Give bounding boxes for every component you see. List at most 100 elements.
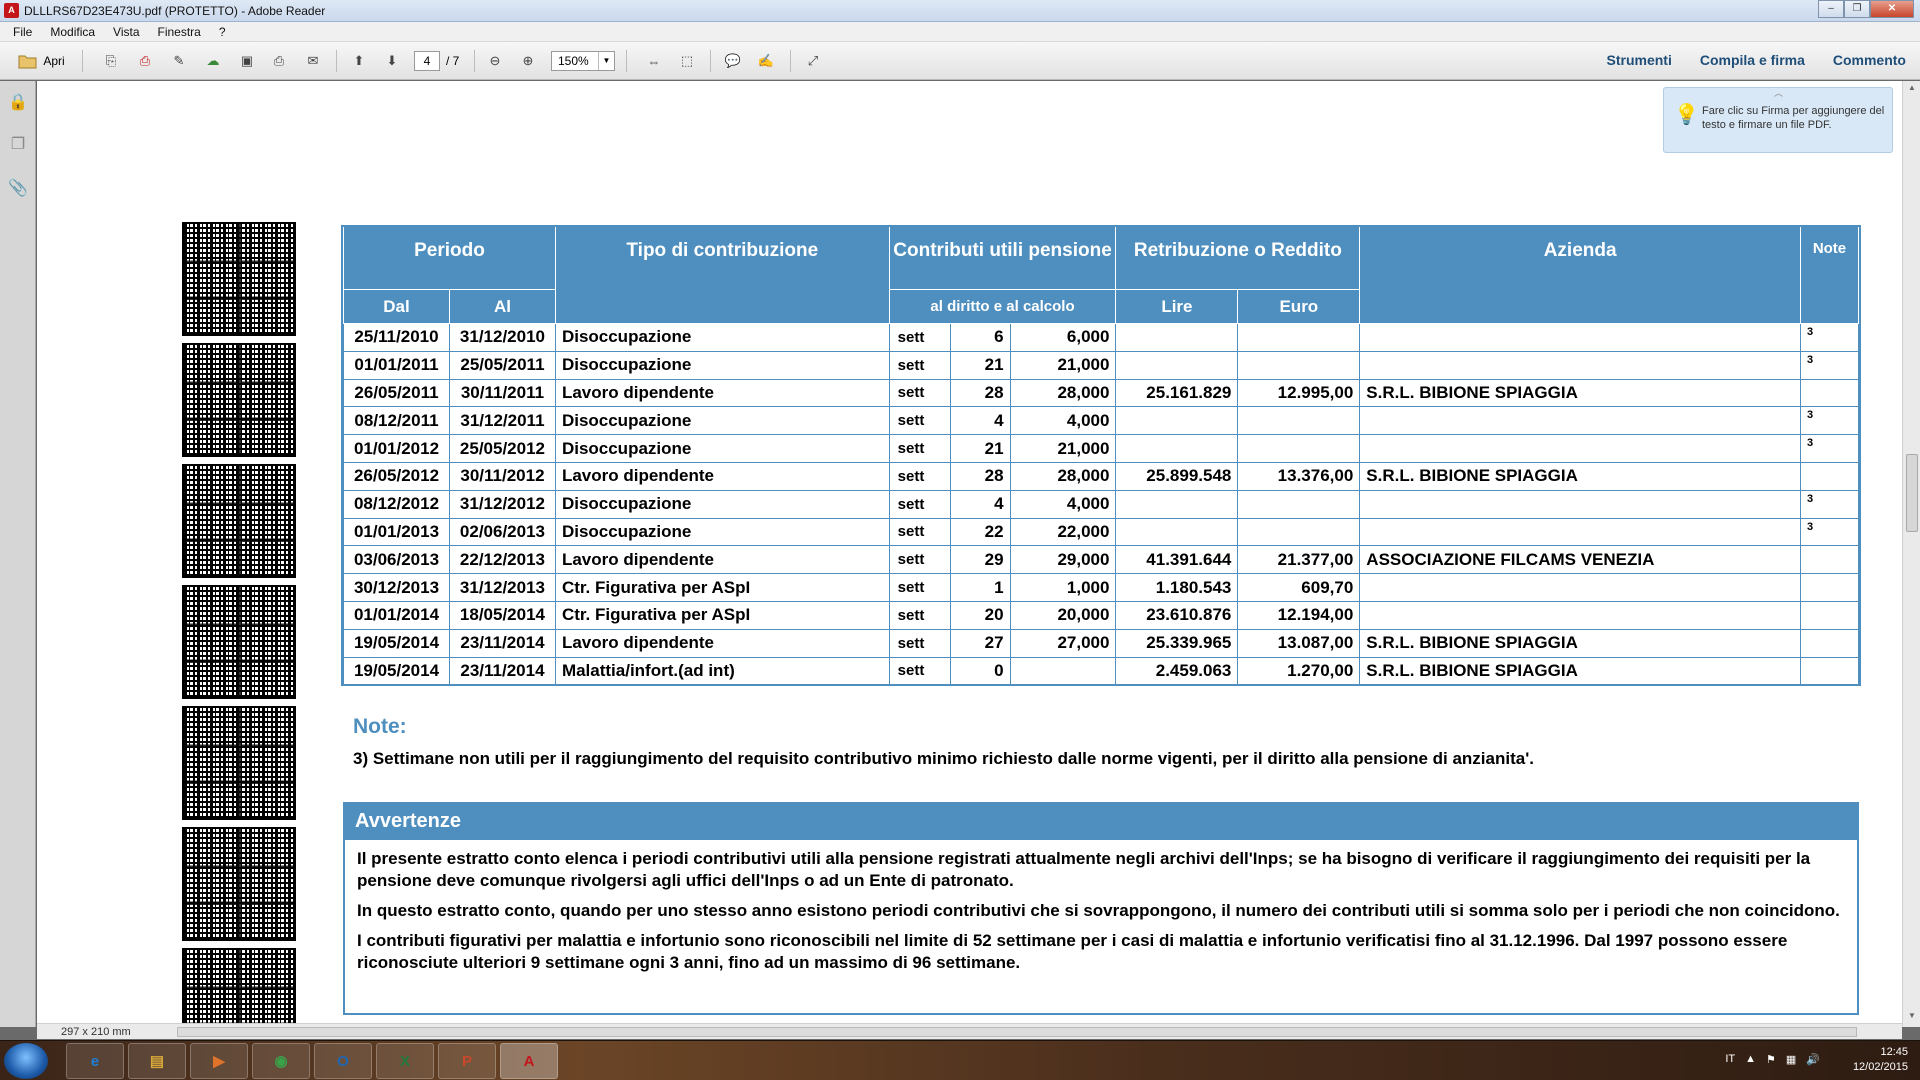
menu-help[interactable]: ?: [210, 25, 235, 39]
menu-finestra[interactable]: Finestra: [149, 25, 210, 39]
volume-icon[interactable]: 🔊: [1806, 1053, 1820, 1066]
cell-calcolo: 27,000: [1009, 628, 1117, 658]
notes-text: 3) Settimane non utili per il raggiungim…: [353, 749, 1534, 768]
avvertenze-paragraph: Il presente estratto conto elenca i peri…: [357, 849, 1811, 890]
minimize-button[interactable]: –: [1818, 0, 1844, 18]
adobe-reader-icon[interactable]: A: [500, 1043, 558, 1079]
powerpoint-icon[interactable]: P: [438, 1043, 496, 1079]
internet-explorer-icon[interactable]: e: [66, 1043, 124, 1079]
cell-note: 3: [1799, 350, 1860, 380]
fit-width-icon[interactable]: ⇔: [643, 50, 665, 72]
email-icon[interactable]: ✉: [302, 50, 324, 72]
cell-al: 25/05/2012: [448, 434, 556, 463]
collapse-arrow-icon[interactable]: ︿: [1774, 86, 1783, 99]
cell-calcolo: 28,000: [1009, 378, 1117, 408]
previous-page-icon[interactable]: ⬆: [348, 50, 370, 72]
flag-icon[interactable]: ⚑: [1766, 1053, 1776, 1066]
save-icon[interactable]: ▣: [236, 50, 258, 72]
excel-icon[interactable]: X: [376, 1043, 434, 1079]
table-row: 08/12/2012 31/12/2012 Disoccupazione sett 4 4…: [343, 489, 1860, 519]
cell-euro: [1237, 434, 1361, 463]
media-player-icon[interactable]: ▶: [190, 1043, 248, 1079]
cell-dal: 08/12/2011: [343, 406, 450, 436]
window-controls: – ❐ ✕: [1818, 0, 1914, 18]
comment-icon[interactable]: 💬: [722, 50, 744, 72]
pages-icon[interactable]: ❐: [8, 133, 28, 155]
cell-unit: sett: [888, 323, 951, 352]
cell-al: 31/12/2012: [448, 489, 556, 519]
highlight-icon[interactable]: ✍: [755, 50, 777, 72]
language-indicator[interactable]: IT: [1725, 1053, 1735, 1066]
start-button[interactable]: [4, 1043, 48, 1079]
cell-calcolo: 21,000: [1009, 434, 1117, 463]
cell-note: [1799, 545, 1860, 575]
outlook-icon[interactable]: O: [314, 1043, 372, 1079]
create-pdf-icon[interactable]: ⎘: [100, 50, 122, 72]
export-pdf-icon[interactable]: ⎙: [134, 50, 156, 72]
avvertenze-paragraph: I contributi figurativi per malattia e i…: [357, 931, 1788, 972]
cell-tipo: Disoccupazione: [554, 350, 890, 380]
zoom-in-icon[interactable]: ⊕: [517, 50, 539, 72]
cell-lire: [1115, 434, 1239, 463]
open-button[interactable]: Apri: [8, 50, 74, 72]
print-icon[interactable]: ⎙: [268, 50, 290, 72]
scroll-thumb[interactable]: [1906, 454, 1918, 532]
edit-icon[interactable]: ✎: [168, 50, 190, 72]
cell-diritto: 20: [949, 600, 1011, 630]
menu-vista[interactable]: Vista: [104, 25, 148, 39]
open-label: Apri: [43, 54, 65, 68]
cell-calcolo: 21,000: [1009, 350, 1117, 380]
zoom-value: 150%: [558, 54, 589, 68]
table-row: 01/01/2011 25/05/2011 Disoccupazione sett 21…: [343, 350, 1860, 380]
menu-file[interactable]: File: [4, 25, 41, 39]
cell-tipo: Disoccupazione: [554, 489, 890, 519]
cell-dal: 01/01/2011: [343, 350, 450, 380]
fullscreen-icon[interactable]: ⤢: [802, 50, 824, 72]
table-body: 25/11/2010 31/12/2010 Disoccupazione sett 6 6…: [343, 323, 1860, 686]
vertical-scrollbar[interactable]: ▲ ▼: [1902, 81, 1920, 1027]
cell-diritto: 28: [949, 378, 1011, 408]
cell-note: 3: [1799, 406, 1860, 436]
lock-icon[interactable]: 🔒: [8, 91, 28, 113]
scroll-up-icon[interactable]: ▲: [1903, 83, 1920, 97]
comment-link[interactable]: Commento: [1833, 52, 1906, 68]
table-row: 26/05/2011 30/11/2011 Lavoro dipendente set…: [343, 378, 1860, 408]
maximize-button[interactable]: ❐: [1844, 0, 1870, 18]
cell-al: 18/05/2014: [448, 600, 556, 630]
chrome-icon[interactable]: ◉: [252, 1043, 310, 1079]
cell-note: [1799, 461, 1860, 491]
attachment-icon[interactable]: 📎: [8, 177, 28, 199]
table-row: 01/01/2013 02/06/2013 Disoccupazione sett 22…: [343, 517, 1860, 547]
document-view[interactable]: ︿ 💡 Fare clic su Firma per aggiungere de…: [37, 81, 1902, 1023]
chevron-down-icon[interactable]: ▼: [598, 52, 614, 70]
header-periodo: Periodo: [343, 225, 556, 290]
cell-unit: sett: [888, 406, 951, 436]
cell-unit: sett: [888, 434, 951, 463]
cell-unit: sett: [888, 573, 951, 602]
clock[interactable]: 12:45 12/02/2015: [1828, 1045, 1908, 1075]
cell-unit: sett: [888, 517, 951, 547]
cell-tipo: Disoccupazione: [554, 406, 890, 436]
network-icon[interactable]: ▦: [1786, 1053, 1796, 1066]
zoom-select[interactable]: 150% ▼: [551, 51, 615, 71]
avvertenze-paragraph: In questo estratto conto, quando per uno…: [357, 901, 1840, 920]
page-number-input[interactable]: 4: [414, 51, 440, 71]
menu-modifica[interactable]: Modifica: [41, 25, 104, 39]
horizontal-scrollbar[interactable]: [177, 1027, 1857, 1037]
cell-al: 30/11/2011: [448, 378, 556, 408]
cell-lire: [1115, 489, 1239, 519]
fit-page-icon[interactable]: ⬚: [676, 50, 698, 72]
cell-calcolo: [1009, 656, 1117, 686]
zoom-out-icon[interactable]: ⊖: [484, 50, 506, 72]
cell-azienda: [1359, 434, 1801, 463]
upload-icon[interactable]: ☁: [202, 50, 224, 72]
chevron-up-icon[interactable]: ▲: [1745, 1053, 1756, 1066]
close-button[interactable]: ✕: [1870, 0, 1914, 18]
next-page-icon[interactable]: ⬇: [381, 50, 403, 72]
fill-sign-link[interactable]: Compila e firma: [1700, 52, 1805, 68]
file-explorer-icon[interactable]: ▤: [128, 1043, 186, 1079]
tools-link[interactable]: Strumenti: [1607, 52, 1672, 68]
taskbar: e ▤ ▶ ◉ O X P A IT ▲ ⚑ ▦ 🔊 12:45 12/02/2015: [0, 1040, 1920, 1080]
cell-euro: 21.377,00: [1237, 545, 1361, 575]
scroll-down-icon[interactable]: ▼: [1903, 1011, 1920, 1025]
